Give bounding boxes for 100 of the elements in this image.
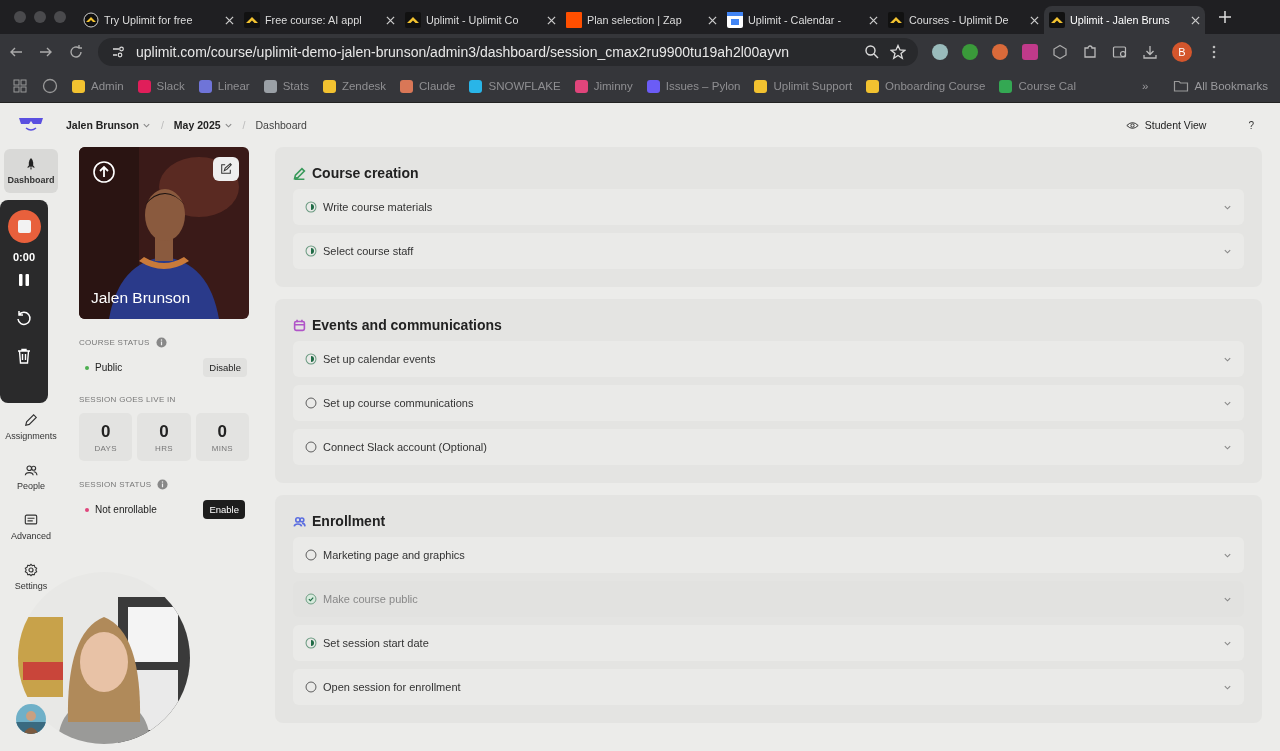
logo-icon: [83, 12, 99, 28]
section-title: Enrollment: [312, 513, 386, 529]
section-title: Course creation: [312, 165, 419, 181]
empty-circle-icon: [305, 681, 317, 693]
countdown-unit: MINS: [211, 443, 233, 453]
recording-time: 0:00: [13, 251, 35, 263]
close-icon[interactable]: [547, 15, 556, 25]
half-circle-icon: [305, 637, 317, 649]
new-tab-icon[interactable]: [1219, 11, 1231, 23]
browser-tab[interactable]: Try Uplimit for free: [78, 6, 239, 34]
help-button[interactable]: ?: [1242, 118, 1260, 132]
logo-icon[interactable]: [17, 115, 45, 133]
bookmark-link[interactable]: Course Cal: [999, 79, 1076, 93]
bookmark-link[interactable]: Uplimit Support: [754, 79, 853, 93]
disable-button[interactable]: Disable: [203, 358, 247, 377]
bookmark-link[interactable]: Zendesk: [322, 79, 387, 93]
task-row[interactable]: Select course staff: [293, 233, 1244, 269]
info-icon[interactable]: [157, 479, 169, 490]
apps-icon[interactable]: [12, 78, 28, 94]
browser-tab[interactable]: Free course: AI appl: [239, 6, 400, 34]
edit-button[interactable]: [213, 157, 239, 181]
puzzle-icon[interactable]: [1082, 44, 1098, 60]
bookmark-link[interactable]: Issues – Pylon: [646, 79, 741, 93]
tab-search-icon[interactable]: [1112, 44, 1128, 60]
search-icon[interactable]: [864, 44, 880, 60]
reload-icon[interactable]: [68, 44, 84, 60]
breadcrumb-item[interactable]: Jalen Brunson: [66, 119, 151, 131]
extension-icon[interactable]: [962, 44, 978, 60]
task-row[interactable]: Set session start date: [293, 625, 1244, 661]
student-view-button[interactable]: Student View: [1119, 117, 1213, 133]
bookmark-link[interactable]: Onboarding Course: [866, 79, 986, 93]
countdown-value: 0: [217, 421, 228, 442]
half-circle-icon: [305, 353, 317, 365]
bookmark-link[interactable]: Slack: [137, 79, 185, 93]
breadcrumb-item[interactable]: Dashboard: [255, 119, 307, 131]
countdown-unit: HRS: [155, 443, 173, 453]
stop-button[interactable]: [7, 210, 41, 243]
nav-item[interactable]: Advanced: [4, 505, 58, 549]
bookmark-link[interactable]: Claude: [400, 79, 456, 93]
browser-tab[interactable]: Uplimit - Calendar -: [722, 6, 883, 34]
task-row[interactable]: Set up course communications: [293, 385, 1244, 421]
breadcrumb-item[interactable]: May 2025: [173, 119, 233, 131]
extension-icon[interactable]: [932, 44, 948, 60]
half-circle-icon: [305, 245, 317, 257]
enable-button[interactable]: Enable: [203, 500, 245, 519]
people-icon: [24, 463, 38, 477]
download-icon[interactable]: [1142, 44, 1158, 60]
close-icon[interactable]: [1030, 15, 1039, 25]
breadcrumb-separator: /: [160, 119, 164, 131]
bookmark-link[interactable]: SNOWFLAKE: [469, 79, 561, 93]
browser-tab[interactable]: Plan selection | Zap: [561, 6, 722, 34]
browser-tab[interactable]: Courses - Uplimit De: [883, 6, 1044, 34]
status-text: Not enrollable: [85, 504, 157, 515]
nav-item[interactable]: People: [4, 455, 58, 499]
pencil-icon: [24, 413, 38, 427]
close-icon[interactable]: [1191, 15, 1200, 25]
upload-icon[interactable]: [93, 161, 115, 183]
breadcrumb-separator: /: [242, 119, 246, 131]
more-bookmarks-button[interactable]: »: [1142, 80, 1149, 92]
nav-item[interactable]: Assignments: [4, 405, 58, 449]
logo-icon: [1049, 12, 1065, 28]
section-title: Events and communications: [312, 317, 502, 333]
stop-icon: [17, 220, 31, 233]
globe-icon[interactable]: [42, 78, 58, 94]
close-icon[interactable]: [225, 15, 234, 25]
logo-icon: [888, 12, 904, 28]
bookmark-link[interactable]: Stats: [263, 79, 309, 93]
half-circle-icon: [305, 201, 317, 213]
info-icon[interactable]: [155, 337, 167, 348]
section-label: COURSE STATUS: [79, 338, 150, 347]
folder-icon: [1172, 78, 1189, 94]
bookmark-link[interactable]: Jiminny: [574, 79, 633, 93]
bookmark-link[interactable]: Linear: [198, 79, 250, 93]
close-icon[interactable]: [869, 15, 878, 25]
task-row[interactable]: Open session for enrollment: [293, 669, 1244, 705]
panel-icon: [24, 513, 38, 527]
countdown-value: 0: [159, 421, 169, 442]
all-bookmarks-link[interactable]: All Bookmarks: [1194, 80, 1268, 92]
task-row[interactable]: Connect Slack account (Optional): [293, 429, 1244, 465]
hexagon-icon[interactable]: [1052, 44, 1068, 60]
profile-name: Jalen Brunson: [91, 289, 191, 307]
bookmark-link[interactable]: Admin: [72, 79, 124, 93]
extension-icon[interactable]: [992, 44, 1008, 60]
star-icon[interactable]: [890, 44, 906, 60]
browser-tab[interactable]: Uplimit - Uplimit Co: [400, 6, 561, 34]
restart-icon: [15, 309, 33, 327]
close-icon[interactable]: [386, 15, 395, 25]
profile-avatar[interactable]: B: [1172, 42, 1192, 62]
nav-item[interactable]: Dashboard: [4, 149, 58, 193]
task-row[interactable]: Set up calendar events: [293, 341, 1244, 377]
site-settings-icon[interactable]: [110, 44, 126, 60]
task-row[interactable]: Marketing page and graphics: [293, 537, 1244, 573]
task-row[interactable]: Write course materials: [293, 189, 1244, 225]
close-icon[interactable]: [708, 15, 717, 25]
section-label: SESSION STATUS: [79, 480, 152, 489]
status-text: Public: [85, 362, 123, 373]
browser-tab[interactable]: Uplimit - Jalen Bruns: [1044, 6, 1205, 34]
edit-icon: [220, 163, 232, 175]
address-bar[interactable]: uplimit.com/course/uplimit-demo-jalen-brunson/admin3/dashboard/session_cmax2ru9900tu19ah2l00ayvn: [98, 38, 918, 66]
section-label: SESSION GOES LIVE IN: [79, 395, 176, 404]
